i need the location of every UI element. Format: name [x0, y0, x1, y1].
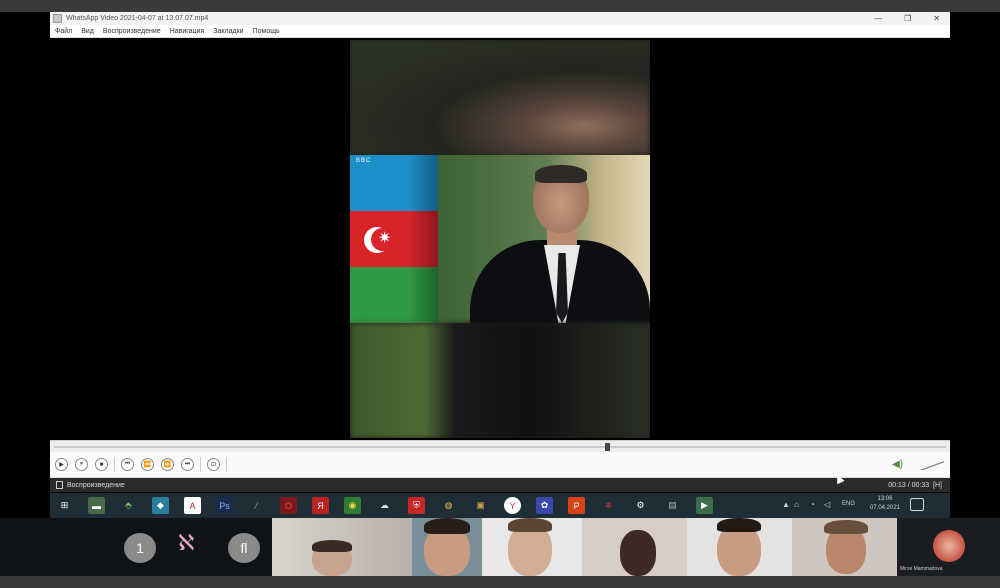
separator: [114, 457, 115, 472]
shield-app-icon[interactable]: ⬘: [120, 497, 137, 514]
seek-thumb[interactable]: [605, 443, 611, 451]
wifi-icon[interactable]: ◔: [810, 500, 815, 509]
channel-logo: BBC: [356, 158, 372, 164]
window-controls: — ❐ ✕: [874, 14, 950, 23]
video-blur-top: [350, 40, 650, 155]
menu-bar: Файл Вид Воспроизведение Навигация Закла…: [50, 25, 950, 38]
next-button[interactable]: ⏭: [181, 458, 194, 471]
azerbaijan-flag: ✷: [350, 155, 438, 323]
yandex-red-icon[interactable]: Я: [312, 497, 329, 514]
acrobat-a-icon[interactable]: A: [184, 497, 201, 514]
separator: [200, 457, 201, 472]
close-button[interactable]: ✕: [933, 14, 940, 23]
menu-bookmarks[interactable]: Закладки: [213, 28, 243, 35]
media-files-icon[interactable]: ▤: [664, 497, 681, 514]
control-bar: ▶ ⏸ ■ ⏮ ⏪ ⏩ ⏭ ⊡ ◀): [50, 452, 950, 478]
status-text: Воспроизведение: [67, 481, 125, 489]
player-app-icon: [53, 14, 62, 23]
clock-date: 07.04.2021: [869, 505, 901, 511]
participant-video-tile[interactable]: [792, 518, 897, 576]
document-icon: [56, 481, 63, 489]
participant-video-tile[interactable]: [272, 518, 412, 576]
photoshop-icon[interactable]: Ps: [216, 497, 233, 514]
stop-button[interactable]: ■: [95, 458, 108, 471]
participant-video-tile[interactable]: [687, 518, 792, 576]
settings-gear-icon[interactable]: ⚙: [632, 497, 649, 514]
rewind-button[interactable]: ⏪: [141, 458, 154, 471]
playback-time: 00:13 / 00:33 [H]: [888, 481, 942, 489]
fullscreen-button[interactable]: ⊡: [207, 458, 220, 471]
participant-video-tile[interactable]: [582, 518, 687, 576]
powerpoint-icon[interactable]: P: [568, 497, 585, 514]
participant-badge[interactable]: fl: [228, 533, 260, 563]
windows-taskbar: ⊞ ▬ ⬘ ◆ A Ps ⁄ O Я ◉ ☁ ⛨ ◍ ▣ Y ✿ P ⎈ ⚙ ▤…: [50, 493, 950, 518]
cloud-app-icon[interactable]: ☁: [376, 497, 393, 514]
notification-icon[interactable]: [910, 498, 924, 511]
sticker-icon: ℵ: [178, 530, 195, 555]
system-tray: ▲ ⌂ ◔ ◁ ENG 13:06 07.04.2021: [780, 493, 950, 518]
pause-button[interactable]: ⏸: [75, 458, 88, 471]
volume-slider[interactable]: [916, 460, 944, 470]
chrome-icon[interactable]: ◉: [344, 497, 361, 514]
participant-video-tile[interactable]: [482, 518, 582, 576]
window-title: WhatsApp Video 2021-04-07 at 13.07.07.mp…: [66, 15, 209, 22]
teal-app-icon[interactable]: ◆: [152, 497, 169, 514]
video-frame[interactable]: ✷ BBC: [350, 40, 650, 438]
menu-help[interactable]: Помощь: [253, 28, 280, 35]
media-player-window: WhatsApp Video 2021-04-07 at 13.07.07.mp…: [50, 12, 950, 518]
pdf-reader-icon[interactable]: ⎈: [600, 497, 617, 514]
seek-track[interactable]: [54, 446, 946, 448]
menu-view[interactable]: Вид: [81, 28, 94, 35]
participant-badge[interactable]: 1: [124, 533, 156, 563]
play-button[interactable]: ▶: [55, 458, 68, 471]
menu-playback[interactable]: Воспроизведение: [103, 28, 161, 35]
tray-expand-icon[interactable]: ▲: [782, 500, 790, 509]
maximize-button[interactable]: ❐: [904, 14, 911, 23]
opera-icon[interactable]: O: [280, 497, 297, 514]
speaker-icon[interactable]: ◁: [824, 500, 830, 509]
desktop-app-icon[interactable]: ▬: [88, 497, 105, 514]
bottom-band: [0, 576, 1000, 588]
minimize-button[interactable]: —: [874, 14, 882, 23]
network-icon[interactable]: ⌂: [794, 500, 799, 509]
title-bar: WhatsApp Video 2021-04-07 at 13.07.07.mp…: [50, 12, 950, 25]
clock-time: 13:06: [877, 496, 893, 502]
speaker-hair: [535, 165, 587, 183]
menu-navigation[interactable]: Навигация: [170, 28, 205, 35]
shield-red-icon[interactable]: ⛨: [408, 497, 425, 514]
box-app-icon[interactable]: ▣: [472, 497, 489, 514]
participant-name: Mirze Mammadova: [900, 566, 943, 572]
windows-start-icon[interactable]: ⊞: [56, 497, 73, 514]
media-player-taskbar-icon[interactable]: ▶: [696, 497, 713, 514]
menu-file[interactable]: Файл: [55, 28, 72, 35]
participant-video-tile[interactable]: [412, 518, 482, 576]
volume-icon[interactable]: ◀): [892, 459, 903, 470]
forward-button[interactable]: ⏩: [161, 458, 174, 471]
video-call-strip: 1 ℵ fl Mirze Mammadova: [0, 518, 1000, 576]
video-blur-bottom: [350, 323, 650, 438]
separator: [226, 457, 227, 472]
seek-bar[interactable]: [50, 440, 950, 452]
stylus-app-icon[interactable]: ⁄: [248, 497, 265, 514]
puzzle-app-icon[interactable]: ✿: [536, 497, 553, 514]
lightbulb-icon[interactable]: ◍: [440, 497, 457, 514]
status-bar: Воспроизведение 00:13 / 00:33 [H]: [50, 478, 950, 492]
top-band: [0, 0, 1000, 12]
taskbar-clock[interactable]: 13:06 07.04.2021: [864, 495, 906, 513]
previous-button[interactable]: ⏮: [121, 458, 134, 471]
language-indicator[interactable]: ENG: [842, 501, 855, 507]
yandex-browser-icon[interactable]: Y: [504, 497, 521, 514]
